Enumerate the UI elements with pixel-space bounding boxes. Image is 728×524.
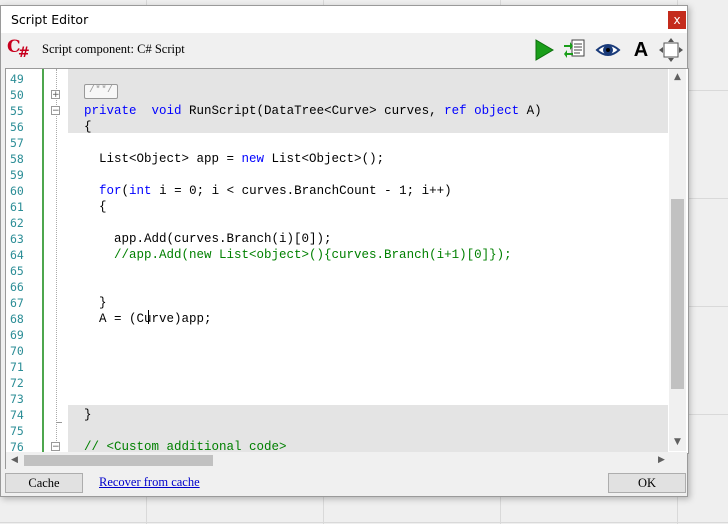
code-line[interactable]: for(int i = 0; i < curves.BranchCount - … [84, 183, 452, 199]
code-keyword: private [84, 104, 137, 118]
code-line[interactable]: //app.Add(new List<object>(){curves.Bran… [84, 247, 512, 263]
preview-button[interactable] [595, 38, 621, 62]
scrollbar-corner [669, 452, 687, 469]
line-number: 67 [10, 296, 24, 310]
export-button[interactable] [562, 38, 586, 62]
code-token: i = 0; i < curves.BranchCount - 1; i++) [151, 184, 452, 198]
line-number: 69 [10, 328, 24, 342]
code-line[interactable]: } [84, 407, 92, 423]
component-label: Script component: C# Script [42, 42, 185, 56]
line-number: 70 [10, 344, 24, 358]
code-keyword: ref [444, 104, 467, 118]
code-editor[interactable]: 49 50 55 56 57 58 59 60 61 62 63 64 65 66 67 68 69 70 71 72… [5, 68, 689, 454]
code-keyword: new [241, 152, 265, 166]
code-comment: //app.Add(new List<object>(){curves.Bran… [114, 248, 512, 262]
code-line[interactable]: app.Add(curves.Branch(i)[0]); [84, 231, 332, 247]
script-editor-window: Script Editor x C # Script component: C# … [0, 5, 689, 497]
line-number: 50 [10, 88, 24, 102]
code-area[interactable]: /**/ private void RunScript(DataTree<Cur… [68, 69, 668, 453]
horizontal-scroll-thumb[interactable] [24, 455, 213, 466]
code-line[interactable]: { [84, 119, 92, 135]
font-button[interactable]: A [629, 38, 653, 62]
fold-end-method [56, 422, 62, 423]
scroll-right-icon[interactable]: ▶ [653, 452, 670, 469]
run-button[interactable] [532, 38, 556, 62]
line-number: 62 [10, 216, 24, 230]
resize-button[interactable] [659, 38, 683, 62]
line-number: 56 [10, 120, 24, 134]
code-keyword: void [151, 104, 182, 118]
line-number: 61 [10, 200, 24, 214]
vertical-scrollbar[interactable]: ▲ ▼ [669, 69, 686, 451]
line-number: 75 [10, 424, 24, 438]
title-bar[interactable]: Script Editor x [1, 6, 687, 33]
font-icon: A [633, 39, 649, 61]
line-number: 71 [10, 360, 24, 374]
export-icon [564, 39, 585, 58]
line-number: 73 [10, 392, 24, 406]
line-number: 68 [10, 312, 24, 326]
code-line[interactable]: private void RunScript(DataTree<Curve> c… [84, 103, 542, 119]
code-token: A) [519, 104, 542, 118]
line-number: 55 [10, 104, 24, 118]
line-number: 63 [10, 232, 24, 246]
csharp-icon: C # [7, 37, 30, 61]
eye-icon [595, 44, 621, 56]
line-number: 74 [10, 408, 24, 422]
scroll-left-icon[interactable]: ◀ [6, 452, 23, 469]
fold-toggle-custom[interactable]: − [51, 442, 60, 452]
fold-toggle-method[interactable]: − [51, 106, 60, 116]
line-number: 59 [10, 168, 24, 182]
line-number: 57 [10, 136, 24, 150]
close-button[interactable]: x [668, 11, 686, 29]
code-keyword: for [99, 184, 122, 198]
recover-from-cache-link[interactable]: Recover from cache [99, 475, 200, 490]
window-title: Script Editor [11, 12, 89, 27]
line-number: 66 [10, 280, 24, 294]
line-number: 49 [10, 72, 24, 86]
vertical-scroll-thumb[interactable] [671, 199, 684, 389]
code-keyword: int [129, 184, 152, 198]
scroll-down-icon[interactable]: ▼ [669, 434, 686, 451]
code-line[interactable]: } [84, 295, 107, 311]
code-token: RunScript(DataTree<Curve> curves, [181, 104, 445, 118]
fold-toggle-region[interactable]: + [51, 90, 60, 100]
run-icon [535, 39, 554, 61]
scroll-up-icon[interactable]: ▲ [669, 69, 686, 86]
code-line[interactable]: A = (Curve)app; [84, 311, 212, 327]
code-line[interactable]: List<Object> app = new List<Object>(); [84, 151, 384, 167]
line-number: 58 [10, 152, 24, 166]
readonly-shade-top [68, 69, 668, 133]
code-keyword: object [474, 104, 520, 118]
code-token: List<Object> app = [84, 152, 242, 166]
fold-guide [56, 69, 57, 453]
horizontal-scrollbar[interactable]: ◀ ▶ [5, 452, 670, 469]
line-number-gutter: 49 50 55 56 57 58 59 60 61 62 63 64 65 66 67 68 69 70 71 72… [6, 69, 42, 453]
code-token: ( [121, 184, 130, 198]
line-number: 64 [10, 248, 24, 262]
code-line[interactable]: { [84, 199, 107, 215]
line-number: 60 [10, 184, 24, 198]
code-token: List<Object>(); [264, 152, 385, 166]
resize-icon [659, 38, 683, 62]
line-number: 65 [10, 264, 24, 278]
toolbar: C # Script component: C# Script A [1, 34, 687, 66]
line-number: 72 [10, 376, 24, 390]
cache-button[interactable]: Cache [5, 473, 83, 493]
collapsed-region[interactable]: /**/ [84, 84, 118, 99]
ok-button[interactable]: OK [608, 473, 686, 493]
